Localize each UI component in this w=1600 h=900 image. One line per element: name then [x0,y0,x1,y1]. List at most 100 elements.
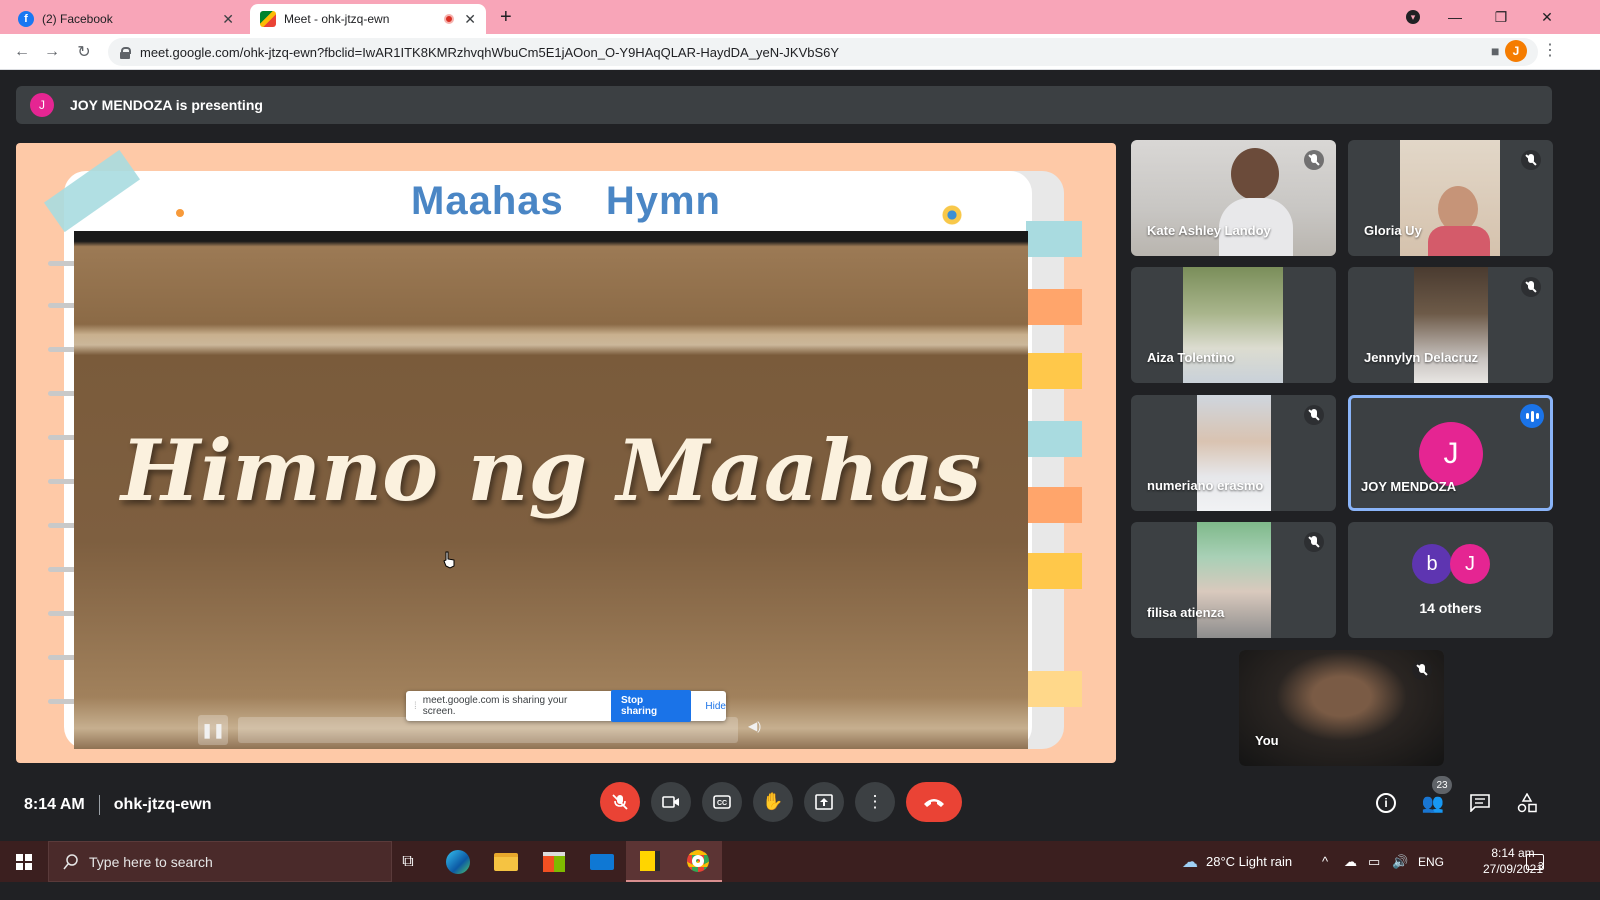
minimize-button[interactable]: — [1432,0,1478,34]
participant-video [1197,522,1271,638]
sticky-tab [1026,421,1082,457]
forward-button[interactable]: → [40,40,64,64]
shared-video[interactable]: Himno ng Maahas [74,231,1028,749]
self-label: You [1255,733,1279,748]
activities-button[interactable] [1514,790,1540,816]
address-bar[interactable]: meet.google.com/ohk-jtzq-ewn?fbclid=IwAR… [108,38,1538,66]
camera-in-use-icon[interactable]: ■ [1491,43,1499,60]
browser-tab-strip: f (2) Facebook ✕ Meet - ohk-jtzq-ewn ✕ +… [0,0,1600,34]
new-tab-button[interactable]: + [500,6,512,29]
sticky-tab [1026,671,1082,707]
participant-video [1414,267,1488,383]
participant-video [1197,395,1271,511]
sticky-notes-icon [640,850,660,871]
muted-mic-icon [1304,532,1324,552]
meeting-info-button[interactable]: i [1373,790,1399,816]
participant-tile-speaking[interactable]: J JOY MENDOZA [1348,395,1553,511]
pause-icon[interactable]: ❚❚ [198,715,228,745]
meet-window: J JOY MENDOZA is presenting Maahas Hymn … [0,70,1600,841]
present-screen-button[interactable] [804,782,844,822]
weather-text: 28°C Light rain [1206,854,1293,869]
others-tile[interactable]: b J 14 others [1348,522,1553,638]
hide-button[interactable]: Hide [705,701,726,712]
participant-name: Kate Ashley Landoy [1147,223,1271,238]
input-language[interactable]: ENG [1418,841,1444,882]
sticky-tab [1026,353,1082,389]
participant-name: Gloria Uy [1364,223,1422,238]
camera-button[interactable] [651,782,691,822]
more-options-button[interactable]: ⋮ [855,782,895,822]
volume-icon[interactable]: ◀) [748,719,761,733]
presenting-text: JOY MENDOZA is presenting [70,97,263,113]
drag-handle-icon[interactable]: ⁞ [414,701,417,712]
mail-app[interactable] [578,841,626,882]
rain-cloud-icon: ☁ [1182,853,1198,871]
sticky-notes-app[interactable] [626,841,674,882]
windows-logo-icon [16,853,32,870]
show-hidden-icons[interactable]: ^ [1322,841,1328,882]
file-explorer-app[interactable] [482,841,530,882]
browser-toolbar: ← → ↻ meet.google.com/ohk-jtzq-ewn?fbcli… [0,34,1600,70]
participant-tile[interactable]: Kate Ashley Landoy [1131,140,1336,256]
captions-button[interactable]: CC [702,782,742,822]
sticky-tab [1026,221,1082,257]
share-notice-text: meet.google.com is sharing your screen. [422,695,568,717]
muted-mic-icon [1412,660,1432,680]
volume-icon[interactable]: 🔊 [1392,841,1408,882]
tab-meet[interactable]: Meet - ohk-jtzq-ewn ✕ [250,4,486,34]
meeting-code: ohk-jtzq-ewn [113,796,212,813]
tab-search-icon[interactable]: ▾ [1390,0,1436,34]
back-button[interactable]: ← [10,40,34,64]
onedrive-icon[interactable]: ☁ [1344,841,1357,882]
leave-call-button[interactable] [906,782,962,822]
sticky-tab [1026,487,1082,523]
activities-icon [1517,793,1537,813]
start-button[interactable] [0,841,48,882]
participant-avatar: J [1419,422,1483,486]
meeting-details: 8:14 AM ohk-jtzq-ewn [24,795,212,815]
muted-mic-icon [1521,150,1541,170]
chat-button[interactable] [1467,790,1493,816]
notifications-button[interactable]: 3 [1526,841,1544,882]
store-app[interactable] [530,841,578,882]
stop-sharing-button[interactable]: Stop sharing [610,690,692,722]
reload-button[interactable]: ↻ [72,40,96,64]
chrome-app[interactable] [674,841,722,882]
url-text: meet.google.com/ohk-jtzq-ewn?fbclid=IwAR… [140,44,840,60]
participant-tile[interactable]: Gloria Uy [1348,140,1553,256]
taskbar-search[interactable]: Type here to search [48,841,392,882]
people-icon: 👥 [1421,792,1445,813]
lock-icon [120,46,131,59]
maximize-button[interactable]: ❐ [1478,0,1524,34]
tab-facebook[interactable]: f (2) Facebook ✕ [8,4,244,34]
self-tile[interactable]: You [1239,650,1444,766]
task-view-icon: ⧉ [402,852,414,870]
speaking-indicator-icon [1520,404,1544,428]
participant-tile[interactable]: Jennylyn Delacruz [1348,267,1553,383]
close-window-button[interactable]: ✕ [1524,0,1570,34]
mail-icon [590,853,614,870]
raise-hand-button[interactable]: ✋ [753,782,793,822]
presenting-banner: J JOY MENDOZA is presenting [16,86,1552,124]
more-vertical-icon: ⋮ [866,792,884,811]
edge-app[interactable] [434,841,482,882]
weather-widget[interactable]: ☁ 28°C Light rain [1182,841,1292,882]
sticky-tab [1026,553,1082,589]
participant-video [1428,226,1490,256]
participant-tile[interactable]: numeriano erasmo [1131,395,1336,511]
phone-hangup-icon [924,799,944,807]
network-icon[interactable]: ▭ [1368,841,1380,882]
close-tab-icon[interactable]: ✕ [222,11,234,28]
chrome-icon [687,849,709,872]
browser-menu-icon[interactable]: ⋮ [1542,40,1558,60]
search-icon [63,853,78,869]
windows-taskbar: Type here to search ⧉ ☁ 28°C Light rain … [0,841,1600,882]
close-tab-icon[interactable]: ✕ [464,11,476,28]
notification-count: 3 [1538,861,1544,872]
others-count: 14 others [1419,600,1482,616]
participant-tile[interactable]: filisa atienza [1131,522,1336,638]
mic-off-button[interactable] [600,782,640,822]
profile-avatar[interactable]: J [1505,40,1527,62]
participant-tile[interactable]: Aiza Tolentino [1131,267,1336,383]
task-view-button[interactable]: ⧉ [384,841,432,882]
